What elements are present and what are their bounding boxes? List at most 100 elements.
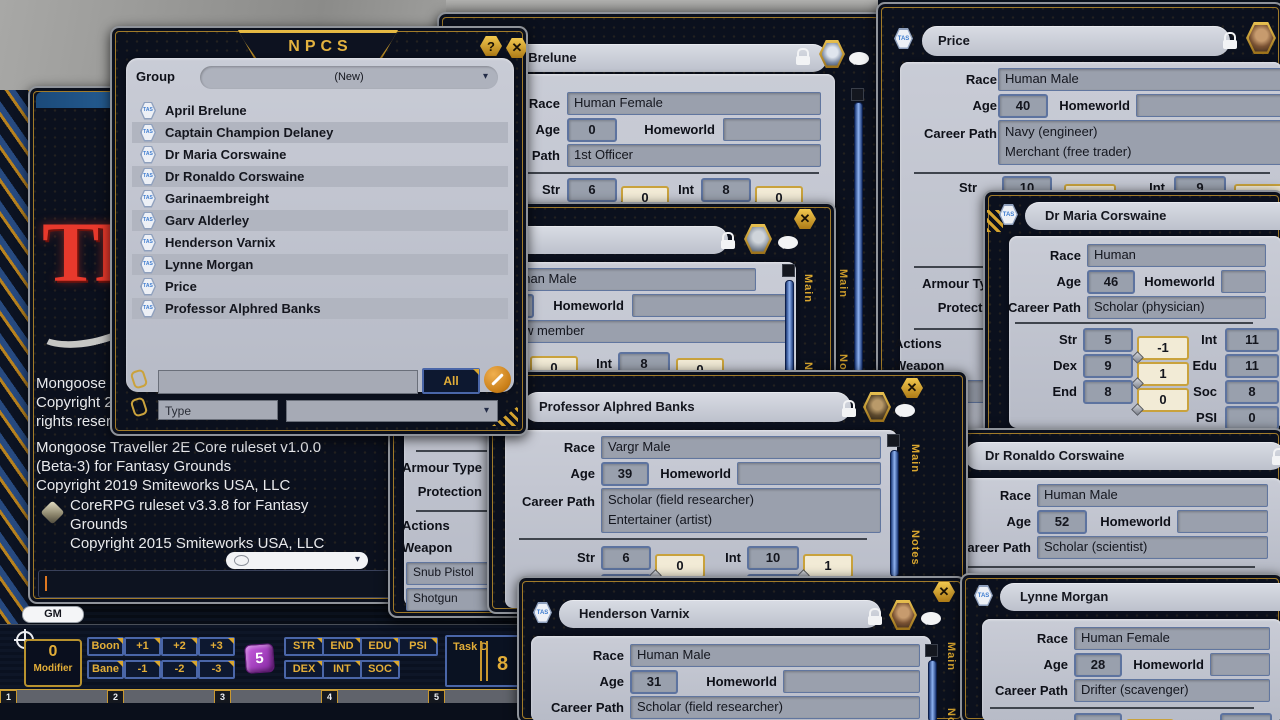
npc-list-item[interactable]: TAS Dr Maria Corswaine: [132, 144, 508, 165]
str-value[interactable]: 6: [567, 178, 617, 202]
lock-icon[interactable]: [841, 400, 856, 417]
career-field[interactable]: Scholar (scientist): [1037, 536, 1268, 559]
npc-name-field[interactable]: Lynne Morgan: [1000, 583, 1280, 611]
homeworld-field[interactable]: [723, 118, 821, 141]
tas-icon[interactable]: TAS: [533, 602, 552, 623]
npc-name-field[interactable]: Henderson Varnix: [559, 600, 881, 628]
career-field[interactable]: Crew member: [496, 320, 787, 343]
int-value[interactable]: 8: [1220, 713, 1272, 720]
str-mod[interactable]: 0: [655, 554, 705, 578]
tas-icon[interactable]: TAS: [974, 585, 993, 606]
race-field[interactable]: Human: [1087, 244, 1266, 267]
lock-icon[interactable]: [867, 608, 882, 625]
npc-list-item[interactable]: TAS Dr Ronaldo Corswaine: [132, 166, 508, 187]
minus2-button[interactable]: -2: [161, 660, 198, 679]
end-value[interactable]: 8: [1083, 380, 1133, 404]
group-dropdown[interactable]: (New) ▾: [200, 66, 498, 89]
scrollbar[interactable]: [928, 660, 937, 720]
npc-list-item[interactable]: TAS Henderson Varnix: [132, 232, 508, 253]
portrait-icon[interactable]: [1246, 22, 1276, 54]
hotbar-slot-2[interactable]: 2: [107, 690, 124, 704]
career-field[interactable]: Scholar (field researcher) Entertainer (…: [601, 488, 881, 533]
portrait-icon[interactable]: [863, 392, 891, 422]
npc-name-field[interactable]: Dr Maria Corswaine: [1025, 202, 1280, 230]
int-roll-button[interactable]: INT: [322, 660, 362, 679]
npc-list-item[interactable]: TAS Professor Alphred Banks: [132, 298, 508, 319]
lock-icon[interactable]: [795, 48, 810, 65]
age-field[interactable]: 28: [1074, 653, 1122, 677]
close-icon[interactable]: ✕: [794, 209, 816, 229]
minus3-button[interactable]: -3: [198, 660, 235, 679]
d6-die-icon[interactable]: 5: [244, 643, 275, 674]
edu-roll-button[interactable]: EDU: [360, 637, 400, 656]
portrait-icon[interactable]: [744, 224, 772, 254]
homeworld-field[interactable]: [632, 294, 786, 317]
chat-bubble-icon[interactable]: [849, 52, 869, 65]
hotbar-slot-3[interactable]: 3: [214, 690, 231, 704]
npc-name-field[interactable]: Professor Alphred Banks: [523, 392, 851, 422]
end-roll-button[interactable]: END: [322, 637, 362, 656]
career-field[interactable]: Scholar (physician): [1087, 296, 1266, 319]
homeworld-field[interactable]: [1221, 270, 1266, 293]
scrollbar-anchor[interactable]: [782, 264, 795, 277]
int-mod[interactable]: 1: [803, 554, 853, 578]
chat-bubble-icon[interactable]: [921, 612, 941, 625]
tab-notes[interactable]: Notes: [909, 530, 921, 566]
plus3-button[interactable]: +3: [198, 637, 235, 656]
scrollbar-anchor[interactable]: [851, 88, 864, 101]
npc-list-item[interactable]: TAS Lynne Morgan: [132, 254, 508, 275]
tab-main[interactable]: Main: [837, 269, 849, 298]
scrollbar-anchor[interactable]: [887, 434, 900, 447]
tab-notes[interactable]: Notes: [945, 708, 957, 720]
career-field[interactable]: Drifter (scavenger): [1074, 679, 1270, 702]
tab-main[interactable]: Main: [945, 642, 957, 671]
lock-icon[interactable]: [1222, 32, 1237, 49]
hotbar-slot-1[interactable]: 1: [0, 690, 17, 704]
race-field[interactable]: Human Male: [630, 644, 920, 667]
str-roll-button[interactable]: STR: [284, 637, 324, 656]
npc-list-item[interactable]: TAS Captain Champion Delaney: [132, 122, 508, 143]
race-field[interactable]: Human Male: [998, 68, 1280, 91]
homeworld-field[interactable]: [1136, 94, 1280, 117]
chat-entry-input[interactable]: [38, 570, 432, 598]
type-filter-field[interactable]: Type: [158, 400, 278, 420]
portrait-icon[interactable]: [889, 600, 917, 630]
dex-roll-button[interactable]: DEX: [284, 660, 324, 679]
age-field[interactable]: 0: [567, 118, 617, 142]
chat-bubble-icon[interactable]: [778, 236, 798, 249]
close-icon[interactable]: ✕: [506, 38, 528, 58]
age-field[interactable]: 46: [1087, 270, 1135, 294]
dex-value[interactable]: 9: [1083, 354, 1133, 378]
career-field[interactable]: Navy (engineer) Merchant (free trader): [998, 120, 1280, 165]
career-field[interactable]: 1st Officer: [567, 144, 821, 167]
homeworld-field[interactable]: [1210, 653, 1270, 676]
edu-value[interactable]: 11: [1225, 354, 1279, 378]
str-value[interactable]: 6: [1074, 713, 1122, 720]
npc-name-field[interactable]: Dr Ronaldo Corswaine: [965, 442, 1280, 470]
help-icon[interactable]: ?: [480, 36, 502, 56]
weapon-item[interactable]: Shotgun: [406, 588, 498, 611]
tas-icon[interactable]: TAS: [894, 28, 913, 49]
hotbar-slot-4[interactable]: 4: [321, 690, 338, 704]
close-icon[interactable]: ✕: [933, 582, 955, 602]
npc-list-item[interactable]: TAS Price: [132, 276, 508, 297]
filter-all-button[interactable]: All: [422, 368, 480, 394]
soc-roll-button[interactable]: SOC: [360, 660, 400, 679]
modifier-box[interactable]: 0 Modifier: [24, 639, 82, 687]
npc-name-field[interactable]: Price: [922, 26, 1230, 56]
pencil-icon[interactable]: [484, 366, 511, 393]
weapon-item[interactable]: Snub Pistol: [406, 562, 498, 585]
npc-list-item[interactable]: TAS Garv Alderley: [132, 210, 508, 231]
tab-main[interactable]: Main: [909, 444, 921, 473]
chat-mode-dropdown[interactable]: ▾: [226, 552, 368, 569]
psi-value[interactable]: 0: [1225, 406, 1279, 430]
psi-roll-button[interactable]: PSI: [398, 637, 438, 656]
age-field[interactable]: 40: [998, 94, 1048, 118]
chat-bubble-icon[interactable]: [895, 404, 915, 417]
plus1-button[interactable]: +1: [124, 637, 161, 656]
close-icon[interactable]: ✕: [901, 378, 923, 398]
int-value[interactable]: 11: [1225, 328, 1279, 352]
race-field[interactable]: Human Male: [496, 268, 756, 291]
type-filter-dropdown[interactable]: ▾: [286, 400, 498, 422]
scrollbar-anchor[interactable]: [925, 644, 938, 657]
